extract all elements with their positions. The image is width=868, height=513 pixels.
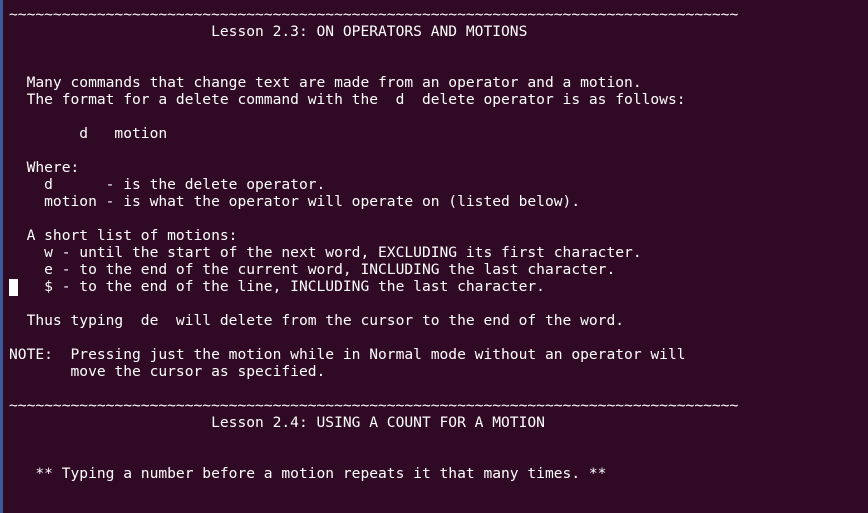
terminal-line: NOTE: Pressing just the motion while in …: [9, 346, 686, 363]
terminal-line: ~~~~~~~~~~~~~~~~~~~~~~~~~~~~~~~~~~~~~~~~…: [9, 6, 739, 23]
terminal-line: Many commands that change text are made …: [9, 74, 642, 91]
terminal-line: move the cursor as specified.: [9, 363, 326, 380]
terminal-line: The format for a delete command with the…: [9, 91, 686, 108]
terminal-line: d motion: [9, 125, 168, 142]
terminal-line: w - until the start of the next word, EX…: [9, 244, 642, 261]
terminal-line: Lesson 2.4: USING A COUNT FOR A MOTION: [9, 414, 545, 431]
terminal-line: ~~~~~~~~~~~~~~~~~~~~~~~~~~~~~~~~~~~~~~~~…: [9, 397, 739, 414]
window-left-border: [0, 0, 3, 513]
terminal-line: Thus typing de will delete from the curs…: [9, 312, 625, 329]
text-cursor: [9, 279, 18, 296]
terminal-line: $ - to the end of the line, INCLUDING th…: [9, 278, 545, 295]
terminal-line: d - is the delete operator.: [9, 176, 326, 193]
terminal-line: A short list of motions:: [9, 227, 238, 244]
terminal-line: e - to the end of the current word, INCL…: [9, 261, 616, 278]
terminal-window[interactable]: ~~~~~~~~~~~~~~~~~~~~~~~~~~~~~~~~~~~~~~~~…: [0, 0, 868, 513]
terminal-line: Lesson 2.3: ON OPERATORS AND MOTIONS: [9, 23, 528, 40]
terminal-line: Where:: [9, 159, 80, 176]
terminal-line: motion - is what the operator will opera…: [9, 193, 581, 210]
terminal-line: ** Typing a number before a motion repea…: [9, 465, 607, 482]
